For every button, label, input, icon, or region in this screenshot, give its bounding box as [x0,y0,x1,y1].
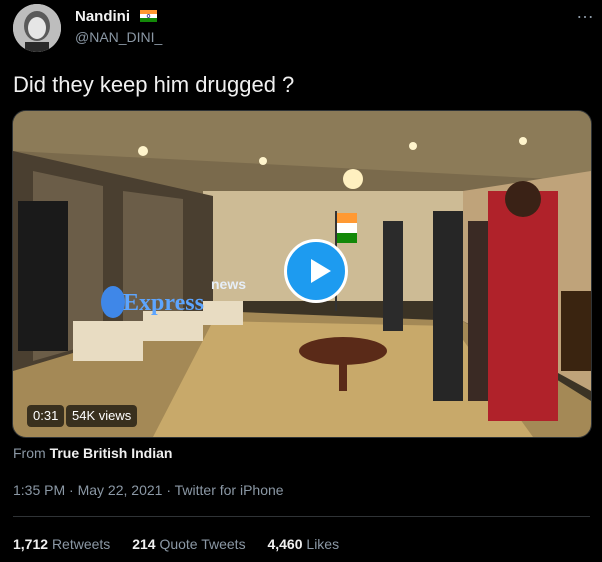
retweets-stat[interactable]: 1,712 Retweets [13,536,114,552]
likes-count: 4,460 [267,536,303,552]
india-flag-icon [140,10,157,22]
likes-label: Likes [306,536,340,552]
quote-tweets-count: 214 [132,536,156,552]
more-options-icon[interactable]: … [576,2,594,23]
watermark-brand: Express [123,290,204,316]
avatar[interactable] [13,4,61,52]
pen-nib-logo-icon [101,286,125,318]
meta-separator: · [162,482,175,498]
divider [13,516,590,517]
source-name-link[interactable]: True British Indian [50,445,173,461]
likes-stat[interactable]: 4,460 Likes [267,536,339,552]
video-player[interactable]: news Express 0:31 54K views [12,110,592,438]
meta-separator: · [65,482,78,498]
user-name[interactable]: Nandini [75,8,130,25]
video-source: From True British Indian [13,445,172,461]
source-prefix: From [13,445,46,461]
retweets-count: 1,712 [13,536,49,552]
video-views: 54K views [66,405,138,427]
user-handle[interactable]: @NAN_DINI_ [75,29,162,45]
tweet-client[interactable]: Twitter for iPhone [175,482,284,498]
tweet-time[interactable]: 1:35 PM [13,482,65,498]
quote-tweets-stat[interactable]: 214 Quote Tweets [132,536,249,552]
tweet-text: Did they keep him drugged ? [13,72,295,97]
tweet-date[interactable]: May 22, 2021 [78,482,163,498]
tweet-meta: 1:35 PM · May 22, 2021 · Twitter for iPh… [13,482,284,498]
video-duration: 0:31 [27,405,65,427]
quote-tweets-label: Quote Tweets [159,536,246,552]
play-button-icon[interactable] [284,239,348,303]
watermark-news: news [211,276,247,292]
tweet-stats: 1,712 Retweets 214 Quote Tweets 4,460 Li… [13,536,357,552]
retweets-label: Retweets [51,536,111,552]
